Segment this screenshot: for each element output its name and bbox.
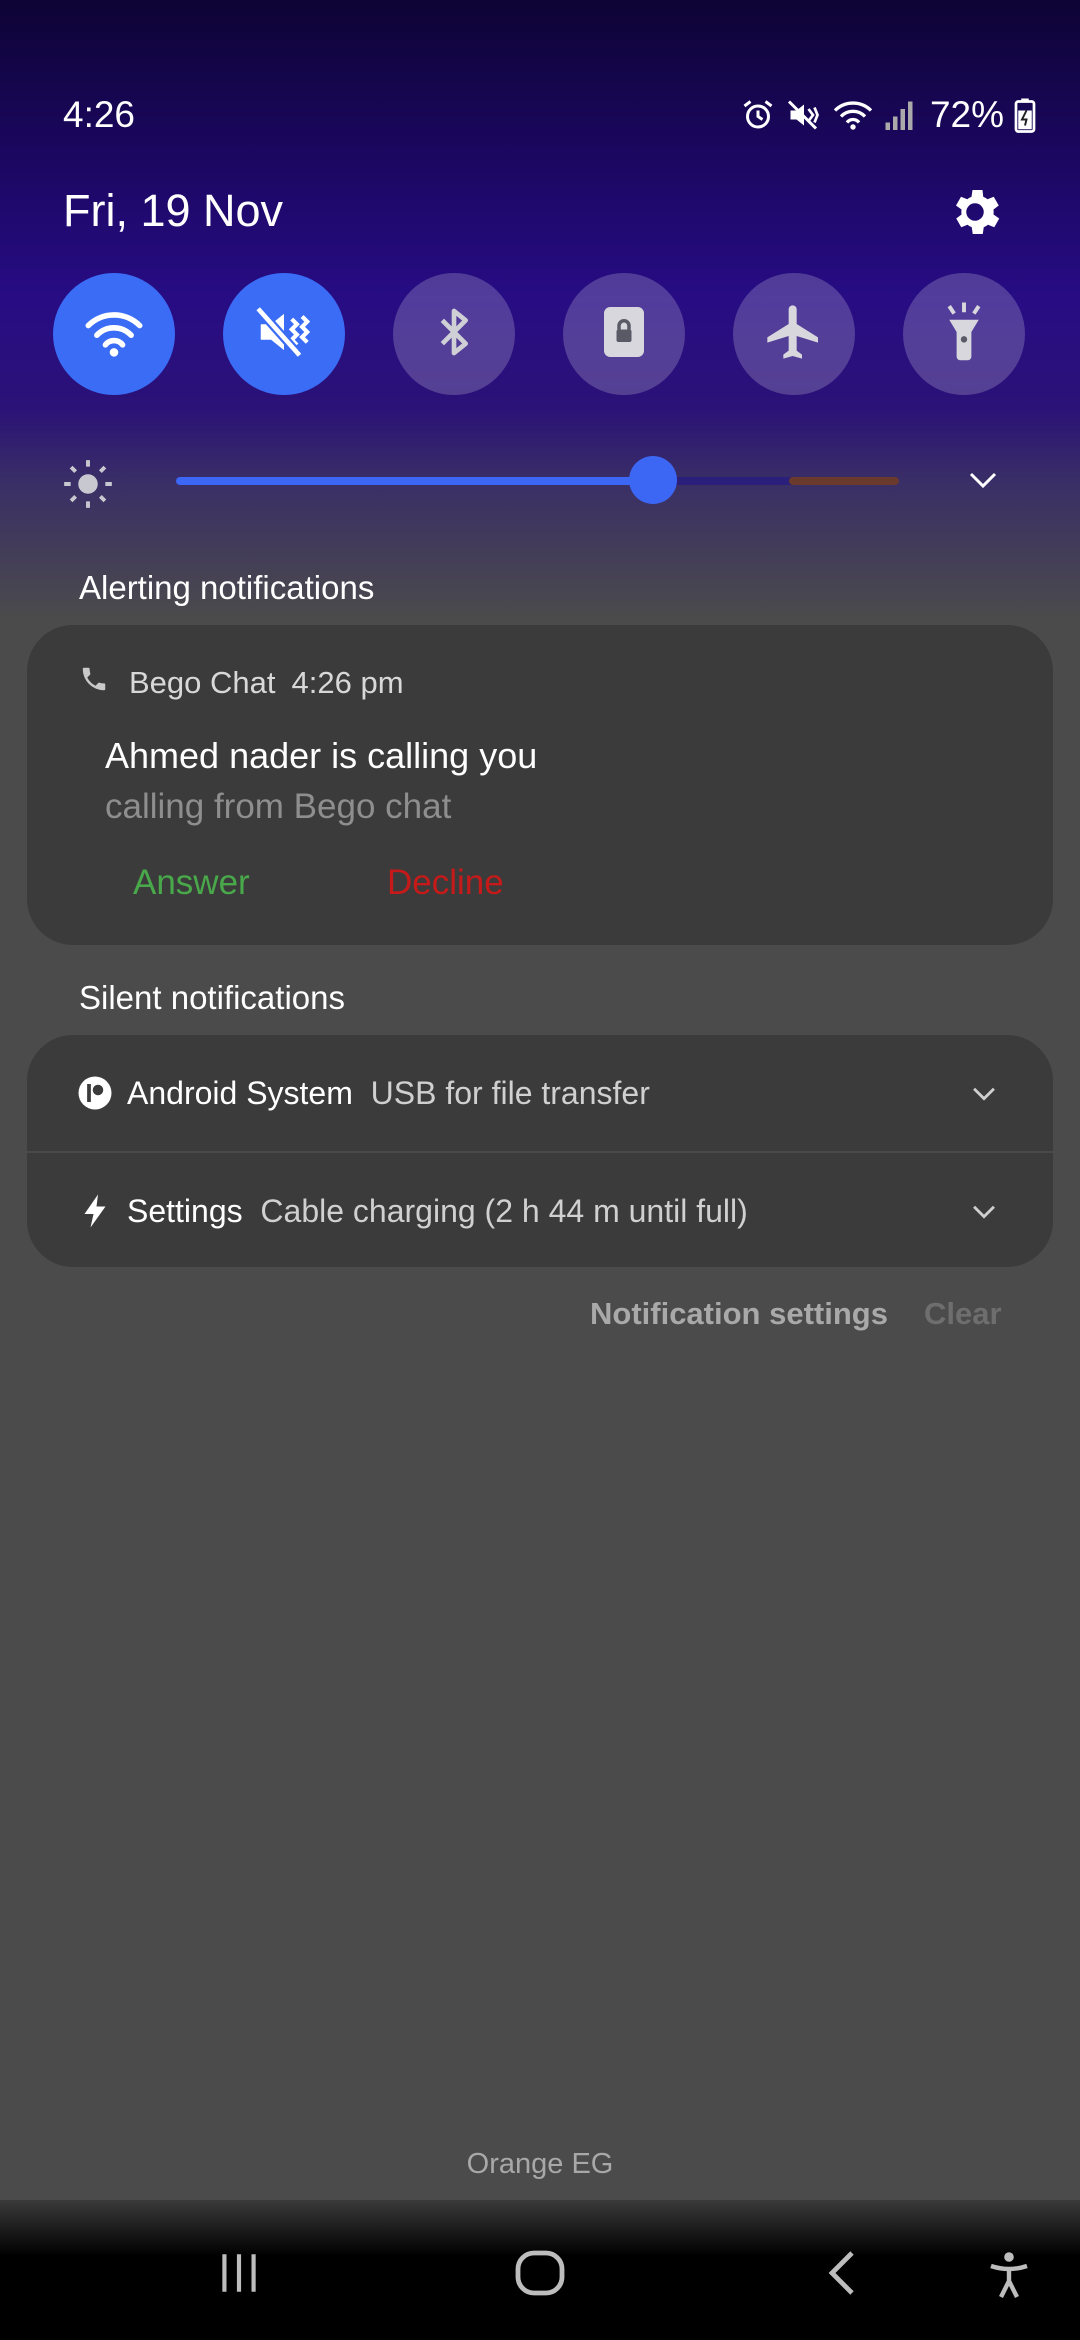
notification-row-text: Settings Cable charging (2 h 44 m until … <box>127 1193 748 1230</box>
charging-bolt-icon <box>75 1191 115 1231</box>
wifi-toggle[interactable] <box>53 273 175 395</box>
call-app-name: Bego Chat <box>129 665 276 700</box>
silent-heading: Silent notifications <box>79 979 345 1016</box>
home-button[interactable] <box>514 2248 566 2303</box>
cell-signal-icon <box>884 97 914 133</box>
android-system-icon <box>75 1073 115 1113</box>
quick-settings-row <box>53 273 1025 395</box>
brightness-sun-icon <box>62 458 114 510</box>
notification-app-name: Settings <box>127 1192 243 1229</box>
notification-settings-charging[interactable]: Settings Cable charging (2 h 44 m until … <box>27 1153 1053 1269</box>
notification-android-system[interactable]: Android System USB for file transfer <box>27 1035 1053 1151</box>
bluetooth-toggle[interactable] <box>393 273 515 395</box>
phone-icon <box>79 664 109 702</box>
recent-apps-button[interactable] <box>214 2248 264 2303</box>
airplane-icon <box>762 300 826 369</box>
decline-button[interactable]: Decline <box>387 863 504 903</box>
gear-icon[interactable] <box>945 182 1005 242</box>
flashlight-icon <box>939 300 989 369</box>
notification-message: USB for file transfer <box>370 1074 650 1111</box>
date-label: Fri, 19 Nov <box>63 185 284 236</box>
brightness-slider[interactable] <box>176 456 899 504</box>
call-time: 4:26 pm <box>291 665 404 700</box>
notification-settings-button[interactable]: Notification settings <box>590 1296 888 1332</box>
call-app-header: Bego Chat 4:26 pm <box>79 664 404 702</box>
chevron-down-icon[interactable] <box>967 1194 1001 1228</box>
alarm-icon <box>740 97 776 133</box>
portrait-lock-icon <box>598 302 650 367</box>
brightness-thumb[interactable] <box>629 456 678 504</box>
call-title: Ahmed nader is calling you <box>105 735 538 776</box>
mute-vibrate-icon <box>253 301 315 368</box>
notification-app-name: Android System <box>127 1074 353 1111</box>
carrier-label: Orange EG <box>466 2148 614 2180</box>
brightness-extra-segment <box>789 477 899 485</box>
clear-button[interactable]: Clear <box>924 1296 1002 1332</box>
accessibility-icon[interactable] <box>985 2248 1033 2307</box>
status-icons: 72% <box>740 94 1036 136</box>
alerting-heading: Alerting notifications <box>79 569 375 606</box>
notification-message: Cable charging (2 h 44 m until full) <box>260 1192 748 1229</box>
chevron-down-icon[interactable] <box>967 1076 1001 1110</box>
rotation-lock-toggle[interactable] <box>563 273 685 395</box>
airplane-toggle[interactable] <box>733 273 855 395</box>
brightness-fill <box>176 477 654 485</box>
bluetooth-icon <box>426 302 482 367</box>
status-time: 4:26 <box>63 94 136 135</box>
notification-row-text: Android System USB for file transfer <box>127 1075 650 1112</box>
answer-button[interactable]: Answer <box>133 863 250 903</box>
expand-chevron-down-icon[interactable] <box>965 462 1001 498</box>
flashlight-toggle[interactable] <box>903 273 1025 395</box>
navigation-bar <box>0 2200 1080 2340</box>
mute-icon <box>786 97 822 133</box>
mute-toggle[interactable] <box>223 273 345 395</box>
battery-charging-icon <box>1014 97 1036 133</box>
battery-percent: 72% <box>929 94 1004 135</box>
call-subtitle: calling from Bego chat <box>105 787 452 826</box>
wifi-icon <box>832 97 874 133</box>
back-button[interactable] <box>822 2248 862 2303</box>
wifi-icon <box>84 306 144 363</box>
